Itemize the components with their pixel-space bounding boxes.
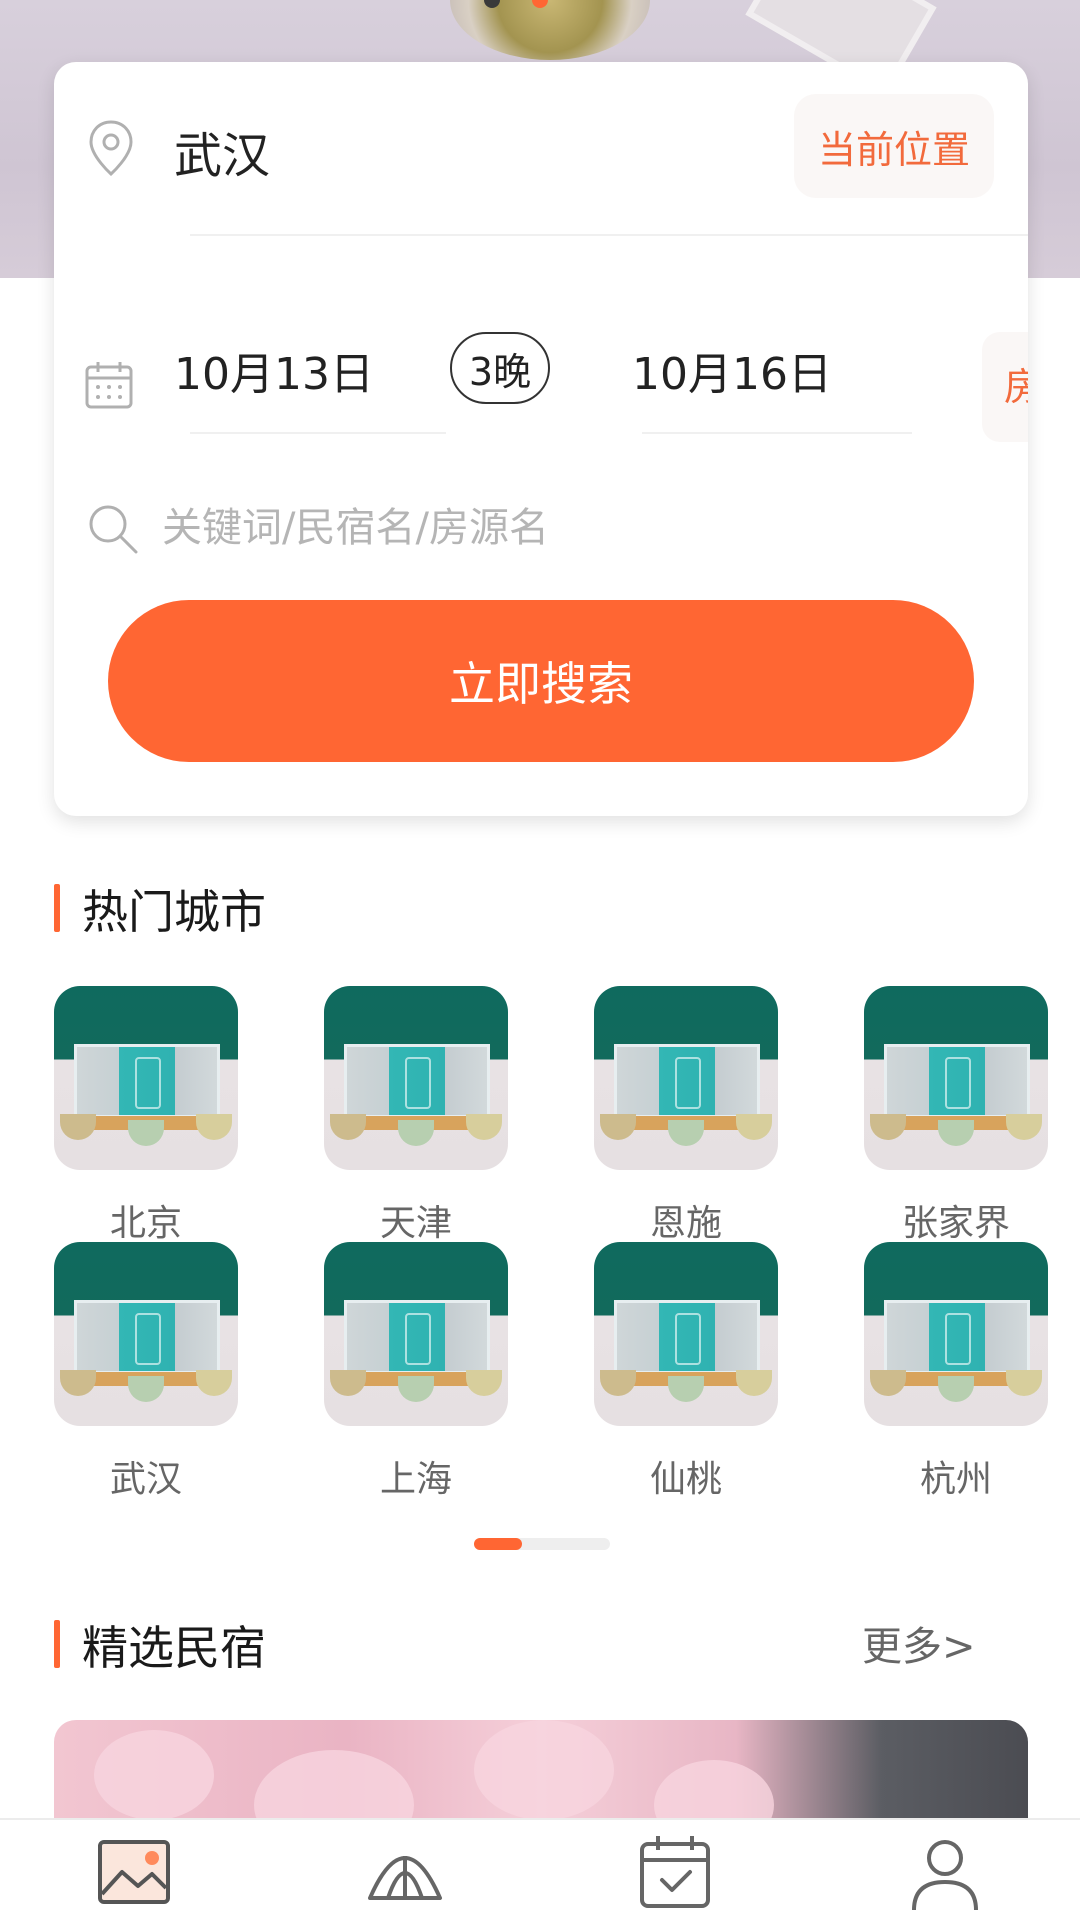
city-name: 北京 [109,1203,182,1244]
city-thumbnail [54,1242,238,1426]
city-thumbnail [594,1242,778,1426]
check-in-date[interactable]: 10月13日 [174,338,374,402]
section-accent-bar [54,1620,60,1668]
city-thumbnail [864,986,1048,1170]
pager-active-indicator [474,1538,522,1550]
location-row[interactable]: 武汉 当前位置 [54,62,1028,234]
city-name: 上海 [379,1459,452,1500]
city-thumbnail [594,986,778,1170]
featured-header: 精选民宿 [54,1612,454,1675]
keyword-search-input[interactable] [160,490,864,566]
nights-badge: 3晚 [450,332,550,404]
location-city[interactable]: 武汉 [174,116,270,186]
city-item[interactable]: 武汉 [54,1242,238,1500]
room-selector[interactable]: 房 [982,332,1028,442]
banner-tea-plate [450,0,650,60]
date-row[interactable]: 10月13日 3晚 10月16日 房 [54,236,1028,476]
city-item[interactable]: 北京 [54,986,238,1244]
city-thumbnail [864,1242,1048,1426]
hot-cities-header: 热门城市 [54,876,454,939]
city-name: 武汉 [109,1459,182,1500]
city-item[interactable]: 杭州 [864,1242,1048,1500]
city-item[interactable]: 恩施 [594,986,778,1244]
city-item[interactable]: 上海 [324,1242,508,1500]
city-name: 恩施 [649,1203,722,1244]
calendar-check-icon[interactable] [630,1828,720,1918]
city-thumbnail [324,986,508,1170]
section-accent-bar [54,884,60,932]
city-item[interactable]: 仙桃 [594,1242,778,1500]
search-icon [89,505,138,554]
city-item[interactable]: 天津 [324,986,508,1244]
calendar-icon [85,362,133,409]
location-pin-icon [89,120,133,177]
search-now-button[interactable]: 立即搜索 [108,600,974,762]
divider [642,432,912,434]
divider [190,432,446,434]
search-card: 武汉 当前位置 10月13日 3晚 10月16日 房 立即搜索 [54,62,1028,816]
home-image-icon[interactable] [90,1828,180,1918]
check-out-date[interactable]: 10月16日 [632,338,832,402]
user-icon[interactable] [900,1828,990,1918]
keyword-search-row[interactable] [54,476,1028,586]
city-name: 张家界 [901,1203,1010,1244]
city-name: 杭州 [919,1459,992,1500]
tent-icon[interactable] [360,1828,450,1918]
featured-title: 精选民宿 [82,1621,266,1675]
city-thumbnail [324,1242,508,1426]
hot-cities-title: 热门城市 [82,885,266,939]
city-pager [474,1538,610,1550]
current-position-button[interactable]: 当前位置 [794,94,994,198]
bottom-tab-bar [0,1818,1080,1922]
city-thumbnail [54,986,238,1170]
city-name: 仙桃 [649,1459,722,1500]
more-link[interactable]: 更多> [862,1614,976,1672]
city-item[interactable]: 张家界 [864,986,1048,1244]
city-name: 天津 [379,1203,452,1244]
